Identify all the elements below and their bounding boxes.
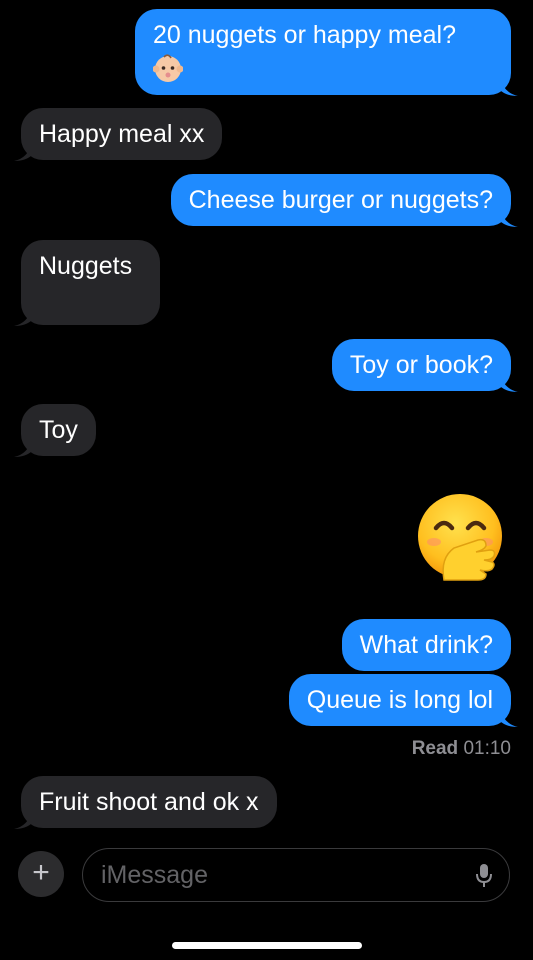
message-bubble-sent[interactable]: What drink? — [341, 619, 511, 671]
message-bubble-received[interactable]: Happy meal xx — [14, 108, 223, 161]
apps-plus-button[interactable]: + — [18, 851, 64, 897]
read-time: 01:10 — [463, 738, 511, 759]
message-input-placeholder: iMessage — [101, 861, 208, 889]
message-text: 20 nuggets or happy meal? — [153, 21, 456, 49]
message-text: Toy — [39, 416, 78, 444]
message-text: Fruit shoot and ok x — [39, 788, 259, 816]
message-text: Nuggets — [39, 252, 133, 280]
message-input[interactable]: iMessage — [82, 848, 510, 902]
message-bubble-sent[interactable]: Toy or book? — [331, 339, 518, 392]
message-bubble-sent[interactable]: Queue is long lol — [288, 674, 518, 727]
plus-icon: + — [32, 856, 50, 889]
read-receipt: Read 01:10 — [412, 738, 511, 760]
message-bubble-received[interactable]: Nuggets — [14, 240, 160, 326]
message-text: Happy meal xx — [39, 120, 205, 148]
baby-face-emoji — [152, 53, 493, 91]
face-with-hand-over-mouth-emoji[interactable] — [414, 492, 506, 584]
message-bubble-sent[interactable]: 20 nuggets or happy meal? — [135, 9, 518, 96]
message-text: Toy or book? — [349, 351, 493, 379]
read-label: Read — [411, 738, 459, 759]
message-bubble-received[interactable]: Fruit shoot and ok x — [14, 776, 277, 829]
message-bubble-received[interactable]: Toy — [14, 404, 96, 457]
message-text: Cheese burger or nuggets? — [188, 186, 493, 214]
message-text: What drink? — [359, 631, 493, 659]
microphone-icon[interactable] — [475, 863, 493, 894]
message-text: Queue is long lol — [306, 686, 493, 714]
home-indicator[interactable] — [172, 942, 362, 949]
message-bubble-sent[interactable]: Cheese burger or nuggets? — [170, 174, 518, 227]
